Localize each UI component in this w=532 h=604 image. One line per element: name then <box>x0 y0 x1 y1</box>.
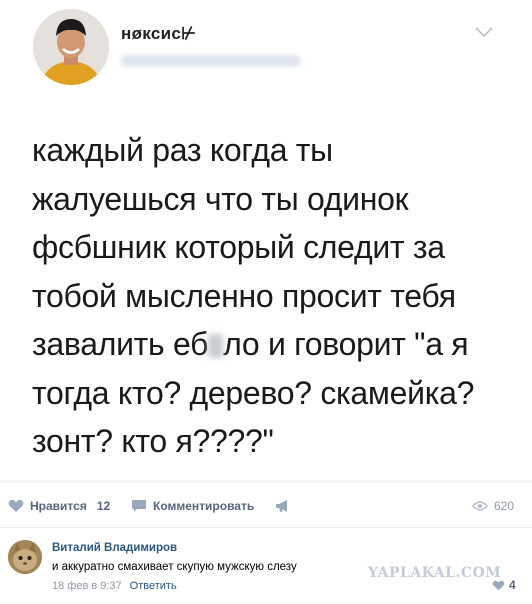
reply-link[interactable]: Ответить <box>130 580 177 592</box>
tweet-line: каждый раз когда ты <box>32 132 333 168</box>
tweet-username[interactable]: нøксис⊬ <box>121 24 196 44</box>
like-label: Нравится <box>30 499 87 513</box>
share-button[interactable] <box>275 496 291 516</box>
divider <box>0 481 532 482</box>
views-count: 620 <box>494 499 515 513</box>
divider <box>0 527 532 528</box>
tweet-handle-blurred <box>121 55 301 67</box>
tweet-line: зонт? кто я????" <box>32 423 274 459</box>
tweet-author-avatar[interactable] <box>33 9 109 85</box>
comment-author-avatar[interactable] <box>8 540 42 574</box>
comment-like-button[interactable]: 4 <box>492 578 516 592</box>
comment-text: и аккуратно смахивает скупую мужскую сле… <box>52 561 297 573</box>
comment-icon <box>132 500 146 512</box>
tweet-text: каждый раз когда ты жалуешься что ты оди… <box>32 126 512 466</box>
like-button[interactable]: Нравится 12 <box>8 496 110 516</box>
like-count: 12 <box>96 499 111 513</box>
comment-button[interactable]: Комментировать <box>131 496 254 516</box>
censor-blur <box>208 334 224 358</box>
megaphone-icon <box>276 500 287 512</box>
tweet-line: тогда кто? дерево? скамейка? <box>32 374 475 411</box>
comment-like-count: 4 <box>509 578 516 592</box>
comment-label: Комментировать <box>153 499 255 513</box>
heart-icon <box>492 580 505 590</box>
comment-author-name[interactable]: Виталий Владимиров <box>52 542 177 554</box>
tweet-line-part: завалить еб <box>32 326 209 362</box>
tweet-line: фсбшник который следит за <box>32 229 445 265</box>
comment-date[interactable]: 18 фев в 9:37 <box>52 580 122 592</box>
views-counter: 620 <box>472 496 514 516</box>
tweet-line: жалуешься что ты одинок <box>32 180 409 217</box>
post-actions: Нравится 12 Комментировать 620 <box>0 496 532 518</box>
tweet-line: тобой мысленно просит тебя <box>32 277 456 314</box>
chevron-down-icon[interactable] <box>474 26 494 38</box>
heart-icon <box>8 499 24 512</box>
tweet-line-part: ло и говорит "а я <box>223 326 469 362</box>
tweet-line: завалить еб ло и говорит "а я <box>32 320 512 369</box>
eye-icon <box>472 501 488 511</box>
watermark: YAPLAKAL.COM <box>368 565 502 581</box>
comment-meta: 18 фев в 9:37 Ответить <box>52 580 177 592</box>
